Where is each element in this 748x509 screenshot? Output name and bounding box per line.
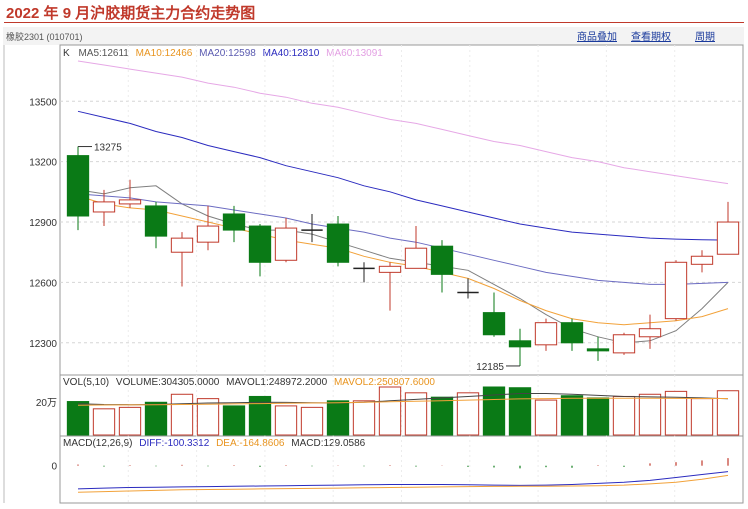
mavol1-legend-value: 248972.2000 bbox=[269, 377, 328, 388]
ma10-legend-name: MA10 bbox=[136, 48, 163, 59]
volume-bar bbox=[716, 390, 740, 436]
mavol2-legend-name: MAVOL2 bbox=[334, 377, 374, 388]
price-tick-label: 13500 bbox=[29, 97, 57, 108]
price-tick-label: 12300 bbox=[29, 339, 57, 350]
candle-body bbox=[248, 225, 272, 263]
vol-legend-title: VOL(5,10) bbox=[63, 377, 109, 388]
price-tick-label: 13200 bbox=[29, 158, 57, 169]
ma40-legend-value: 12810 bbox=[292, 48, 320, 59]
price-tick-label: 12900 bbox=[29, 218, 57, 229]
volume-legend-value: 304305.0000 bbox=[161, 377, 220, 388]
volume-layer bbox=[66, 386, 740, 436]
candle-body bbox=[326, 223, 350, 263]
ma40-legend-name: MA40 bbox=[263, 48, 290, 59]
candle-body bbox=[612, 334, 636, 354]
candle-body bbox=[222, 213, 246, 231]
candle-body bbox=[560, 322, 584, 344]
annotation-layer: 13275 12185 bbox=[78, 143, 520, 373]
volume-bar bbox=[274, 405, 298, 436]
volume-bar bbox=[508, 387, 532, 436]
candle-body bbox=[170, 237, 194, 253]
volume-bar bbox=[534, 399, 558, 436]
volume-legend-name: VOLUME bbox=[116, 377, 159, 388]
low-price-label: 12185 bbox=[476, 362, 504, 373]
volume-axis-label: 20万 bbox=[36, 398, 57, 409]
mavol2-legend-value: 250807.6000 bbox=[377, 377, 436, 388]
volume-bar bbox=[456, 392, 480, 436]
ma40-line bbox=[77, 110, 729, 241]
candle-body bbox=[404, 247, 428, 269]
ma60-line bbox=[77, 60, 729, 185]
volume-bar bbox=[326, 400, 350, 436]
high-price-label: 13275 bbox=[94, 143, 122, 154]
volume-bar bbox=[300, 406, 324, 436]
candle-body bbox=[690, 255, 714, 265]
volume-bar bbox=[222, 405, 246, 436]
candle-body bbox=[664, 261, 688, 320]
macd-layer: 0 bbox=[51, 458, 729, 493]
diff-legend-value: -100.3312 bbox=[164, 438, 209, 449]
candle-body bbox=[196, 225, 220, 243]
page-title: 2022 年 9 月沪胶期货主力合约走势图 bbox=[6, 5, 256, 22]
volume-bar bbox=[66, 401, 90, 436]
macd-legend-title: MACD(12,26,9) bbox=[63, 438, 132, 449]
title-underline bbox=[4, 22, 744, 23]
futures-chart: 橡胶2301 (010701) 商品叠加 查看期权 周期 K MA5:12611… bbox=[3, 27, 744, 504]
dea-legend-name: DEA bbox=[216, 438, 237, 449]
dea-line bbox=[77, 474, 729, 493]
volume-bar bbox=[352, 400, 376, 436]
ma5-legend-name: MA5 bbox=[78, 48, 99, 59]
diff-legend-name: DIFF bbox=[139, 438, 161, 449]
candle-body bbox=[118, 199, 142, 205]
price-tick-label: 12600 bbox=[29, 278, 57, 289]
macd-zero-label: 0 bbox=[51, 462, 57, 473]
candle-body bbox=[534, 322, 558, 346]
moving-average-layer bbox=[77, 60, 729, 344]
volume-bar bbox=[430, 396, 454, 436]
volume-bar bbox=[378, 386, 402, 436]
macd-legend: MACD(12,26,9) DIFF:-100.3312 DEA:-164.86… bbox=[63, 438, 366, 449]
macd-value-legend-value: 129.0586 bbox=[323, 438, 365, 449]
volume-bar bbox=[690, 398, 714, 436]
candle-body bbox=[586, 348, 610, 352]
diff-line bbox=[77, 471, 729, 490]
candle-body bbox=[638, 328, 662, 338]
ma60-legend-name: MA60 bbox=[326, 48, 353, 59]
candle-body bbox=[92, 201, 116, 213]
period-link[interactable]: 周期 bbox=[695, 31, 715, 43]
candle-body bbox=[274, 227, 298, 261]
volume-bar bbox=[144, 401, 168, 436]
candle-body bbox=[508, 340, 532, 348]
overlay-link[interactable]: 商品叠加 bbox=[577, 30, 617, 43]
ma10-legend-value: 12466 bbox=[165, 48, 193, 59]
volume-bar bbox=[170, 393, 194, 436]
volume-legend: VOL(5,10) VOLUME:304305.0000 MAVOL1:2489… bbox=[63, 377, 435, 388]
volume-bar bbox=[586, 397, 610, 436]
chart-panel: 橡胶2301 (010701) 商品叠加 查看期权 周期 K MA5:12611… bbox=[3, 27, 744, 504]
volume-bar bbox=[638, 393, 662, 436]
ma20-legend-value: 12598 bbox=[228, 48, 256, 59]
mavol1-legend-name: MAVOL1 bbox=[226, 377, 266, 388]
period-label: K bbox=[63, 48, 70, 59]
candle-body bbox=[716, 221, 740, 255]
candle-body bbox=[66, 155, 90, 217]
dea-legend-value: -164.8606 bbox=[239, 438, 284, 449]
kline-legend: K MA5:12611 MA10:12466 MA20:12598 MA40:1… bbox=[63, 48, 383, 59]
volume-bar bbox=[118, 406, 142, 436]
ma60-legend-value: 13091 bbox=[355, 48, 383, 59]
candlestick-layer bbox=[66, 146, 740, 366]
candle-body bbox=[144, 205, 168, 237]
contract-code: 橡胶2301 (010701) bbox=[6, 31, 83, 42]
volume-bar bbox=[92, 408, 116, 436]
options-link[interactable]: 查看期权 bbox=[631, 30, 671, 43]
volume-bar bbox=[560, 395, 584, 436]
macd-value-legend-name: MACD bbox=[291, 438, 320, 449]
candle-body bbox=[378, 265, 402, 273]
candle-body bbox=[430, 245, 454, 275]
ma5-legend-value: 12611 bbox=[102, 48, 130, 59]
candle-body bbox=[482, 312, 506, 336]
volume-bar bbox=[612, 395, 636, 436]
ma20-legend-name: MA20 bbox=[199, 48, 226, 59]
